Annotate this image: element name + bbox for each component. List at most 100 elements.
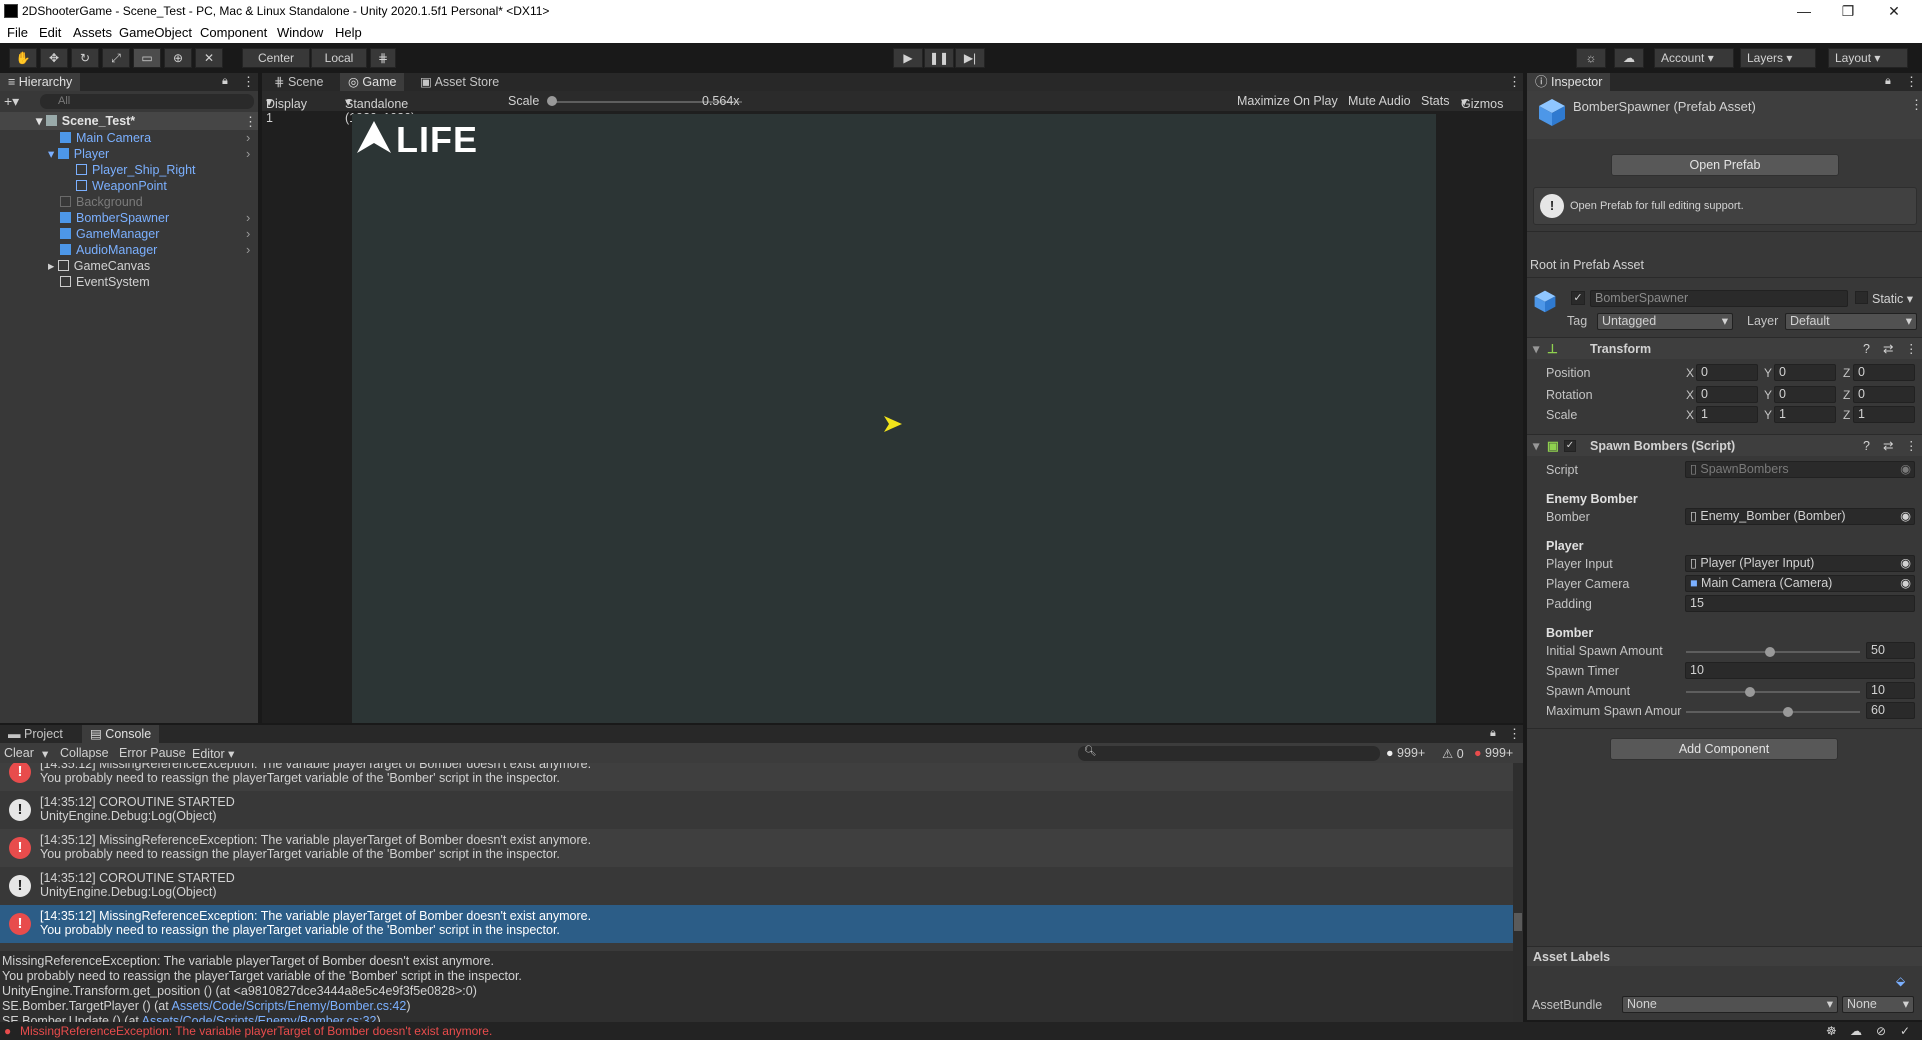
console-detail-scrollbar[interactable] xyxy=(1513,951,1523,1025)
tag-dropdown[interactable]: Untagged ▾ xyxy=(1597,313,1733,330)
display-dropdown[interactable]: Display 1 ▾ xyxy=(266,94,307,125)
chevron-right-icon[interactable]: › xyxy=(246,242,250,257)
menu-assets[interactable]: Assets xyxy=(73,25,112,40)
menu-component[interactable]: Component xyxy=(200,25,267,40)
maximize-icon[interactable]: ❐ xyxy=(1828,1,1868,21)
padding-field[interactable]: 15 xyxy=(1685,595,1915,612)
console-list-scrollbar[interactable] xyxy=(1513,763,1523,951)
chevron-right-icon[interactable]: › xyxy=(246,210,250,225)
mute-audio-toggle[interactable]: Mute Audio xyxy=(1348,94,1411,108)
object-picker-icon[interactable]: ◉ xyxy=(1900,509,1911,524)
hierarchy-item-bomberspawner[interactable]: BomberSpawner xyxy=(60,210,169,226)
rotation-y-field[interactable]: 0 xyxy=(1774,386,1836,403)
console-row[interactable]: ! [14:35:12] MissingReferenceException: T… xyxy=(0,829,1513,867)
tab-game[interactable]: ◎ Game xyxy=(340,73,405,91)
pivot-center-button[interactable]: Center xyxy=(242,48,310,68)
play-button[interactable]: ▶ xyxy=(893,48,923,68)
network-icon[interactable]: ⊘ xyxy=(1876,1022,1886,1040)
layers-dropdown[interactable]: Layers ▾ xyxy=(1740,48,1816,68)
panel-menu-icon[interactable]: ⋮ xyxy=(1508,74,1521,90)
grid-snap-icon[interactable]: ⋕ xyxy=(370,48,396,68)
scene-label[interactable]: ▾ Scene_Test* xyxy=(36,113,135,129)
tab-inspector[interactable]: ⓘ Inspector xyxy=(1527,73,1611,91)
panel-menu-icon[interactable]: ⋮ xyxy=(242,74,255,90)
lock-icon[interactable]: 🔒︎ xyxy=(1885,75,1891,88)
label-tag-icon[interactable]: ⬙ xyxy=(1896,974,1905,988)
error-count-toggle[interactable]: ● 999+ xyxy=(1474,746,1513,760)
hierarchy-search-input[interactable]: All xyxy=(40,94,254,109)
debug-icon[interactable]: ☸ xyxy=(1826,1022,1837,1040)
gizmos-dropdown[interactable]: Gizmos ▾ xyxy=(1461,94,1503,111)
scale-y-field[interactable]: 1 xyxy=(1774,406,1836,423)
panel-menu-icon[interactable]: ⋮ xyxy=(1905,74,1918,90)
spawn-timer-field[interactable]: 10 xyxy=(1685,662,1915,679)
preset-icon[interactable]: ⇄ xyxy=(1883,338,1893,360)
add-component-button[interactable]: Add Component xyxy=(1610,738,1838,760)
help-icon[interactable]: ? xyxy=(1863,435,1870,457)
tab-scene[interactable]: ⋕ Scene xyxy=(266,73,331,91)
rotate-tool-icon[interactable]: ↻ xyxy=(71,48,99,68)
bomber-field[interactable]: ▯ Enemy_Bomber (Bomber) ◉ xyxy=(1685,508,1915,525)
max-spawn-slider-track[interactable] xyxy=(1686,711,1860,713)
chevron-right-icon[interactable]: › xyxy=(246,146,250,161)
preset-icon[interactable]: ⇄ xyxy=(1883,435,1893,457)
max-spawn-slider-thumb[interactable] xyxy=(1783,707,1793,717)
maximize-on-play-toggle[interactable]: Maximize On Play xyxy=(1237,94,1338,108)
initial-spawn-field[interactable]: 50 xyxy=(1866,642,1915,659)
cloud-icon[interactable]: ☁ xyxy=(1614,48,1644,68)
scrollbar-thumb[interactable] xyxy=(1514,913,1522,931)
rect-tool-icon[interactable]: ▭ xyxy=(133,48,161,68)
scale-z-field[interactable]: 1 xyxy=(1853,406,1915,423)
menu-gameobject[interactable]: GameObject xyxy=(119,25,192,40)
component-menu-icon[interactable]: ⋮ xyxy=(1905,338,1918,360)
spawn-bombers-header[interactable]: ▾ ▣ ✓ Spawn Bombers (Script) ? ⇄ ⋮ xyxy=(1527,434,1922,456)
transform-tool-icon[interactable]: ⊕ xyxy=(164,48,192,68)
console-row[interactable]: ! [14:35:12] COROUTINE STARTED UnityEngine… xyxy=(0,791,1513,829)
editor-dropdown[interactable]: Editor ▾ xyxy=(192,746,234,761)
tab-asset-store[interactable]: ▣ Asset Store xyxy=(412,73,507,91)
stack-link[interactable]: Assets/Code/Scripts/Enemy/Bomber.cs:42 xyxy=(172,999,407,1013)
scale-tool-icon[interactable]: ⤢ xyxy=(102,48,130,68)
status-text[interactable]: MissingReferenceException: The variable … xyxy=(20,1022,492,1040)
player-input-field[interactable]: ▯ Player (Player Input) ◉ xyxy=(1685,555,1915,572)
log-count-toggle[interactable]: ● 999+ xyxy=(1386,746,1425,760)
tab-hierarchy[interactable]: ≡ Hierarchy xyxy=(0,73,81,91)
account-dropdown[interactable]: Account ▾ xyxy=(1654,48,1734,68)
warn-count-toggle[interactable]: ⚠ 0 xyxy=(1442,746,1464,761)
asset-menu-icon[interactable]: ⋮ xyxy=(1910,97,1922,113)
stats-toggle[interactable]: Stats xyxy=(1421,94,1450,108)
component-menu-icon[interactable]: ⋮ xyxy=(1905,435,1918,457)
menu-edit[interactable]: Edit xyxy=(39,25,61,40)
spawn-amount-slider-thumb[interactable] xyxy=(1745,687,1755,697)
menu-file[interactable]: File xyxy=(7,25,28,40)
hierarchy-item-gamecanvas[interactable]: ▸ GameCanvas xyxy=(48,258,150,274)
minimize-icon[interactable]: — xyxy=(1784,1,1824,21)
pivot-local-button[interactable]: Local xyxy=(311,48,367,68)
scene-menu-icon[interactable]: ⋮ xyxy=(244,114,257,130)
hierarchy-item-weaponpoint[interactable]: WeaponPoint xyxy=(76,178,167,194)
chevron-right-icon[interactable]: › xyxy=(246,130,250,145)
check-icon[interactable]: ✓ xyxy=(1900,1022,1910,1040)
spawn-amount-field[interactable]: 10 xyxy=(1866,682,1915,699)
lock-icon[interactable]: 🔒︎ xyxy=(1490,727,1496,740)
initial-spawn-slider-thumb[interactable] xyxy=(1765,647,1775,657)
hand-tool-icon[interactable]: ✋ xyxy=(9,48,37,68)
step-button[interactable]: ▶| xyxy=(955,48,985,68)
clear-button[interactable]: Clear xyxy=(4,746,34,760)
hierarchy-item-audiomanager[interactable]: AudioManager xyxy=(60,242,157,258)
console-search-input[interactable]: 🔍︎ xyxy=(1078,746,1380,761)
error-pause-toggle[interactable]: Error Pause xyxy=(119,746,186,760)
assetbundle-dropdown[interactable]: None ▾ xyxy=(1622,996,1838,1013)
hierarchy-item-main-camera[interactable]: Main Camera xyxy=(60,130,151,146)
tab-project[interactable]: ▬ Project xyxy=(0,725,71,743)
position-z-field[interactable]: 0 xyxy=(1853,364,1915,381)
scale-x-field[interactable]: 1 xyxy=(1696,406,1758,423)
menu-window[interactable]: Window xyxy=(277,25,323,40)
custom-tool-icon[interactable]: ✕ xyxy=(195,48,223,68)
rotation-x-field[interactable]: 0 xyxy=(1696,386,1758,403)
rotation-z-field[interactable]: 0 xyxy=(1853,386,1915,403)
console-row-selected[interactable]: ! [14:35:12] MissingReferenceException: T… xyxy=(0,905,1513,943)
collab-status-icon[interactable]: ☁ xyxy=(1850,1022,1862,1040)
hierarchy-item-player-ship-right[interactable]: Player_Ship_Right xyxy=(76,162,196,178)
static-checkbox[interactable] xyxy=(1855,291,1868,304)
